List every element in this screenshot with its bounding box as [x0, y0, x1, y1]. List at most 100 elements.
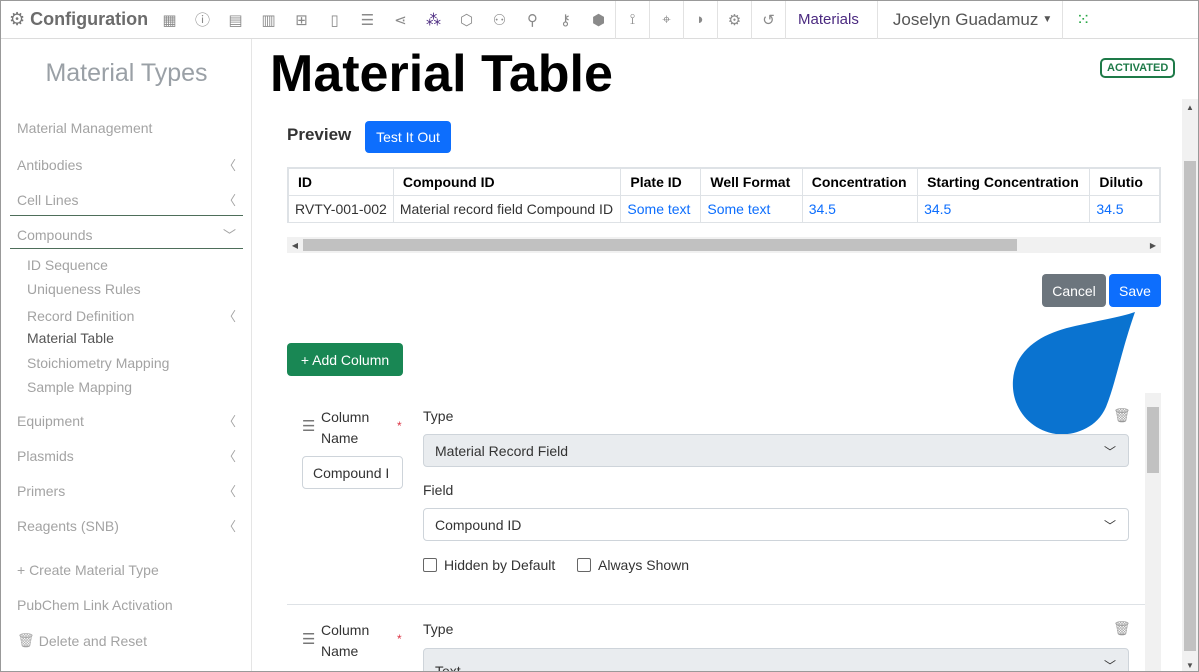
user-menu[interactable]: Joselyn Guadamuz ▼ — [878, 10, 1062, 30]
share-icon[interactable]: ⋖ — [384, 1, 417, 39]
sidebar-item-primers[interactable]: Primers 〈 — [17, 481, 242, 500]
sidebar-subitem-record-definition[interactable]: Record Definition 〈 — [27, 306, 242, 325]
notebook-icon[interactable]: ▥ — [252, 1, 285, 39]
required-marker: * — [397, 419, 402, 433]
scroll-left-icon[interactable]: ◀ — [287, 237, 303, 253]
sidebar-item-material-management[interactable]: Material Management — [17, 120, 242, 136]
table-cell: RVTY-001-002 — [288, 195, 394, 222]
gears-icon[interactable]: ⚙ — [718, 1, 751, 39]
table-cell-link[interactable]: Some text — [620, 195, 702, 222]
table-cell-link[interactable]: 34.5 — [1089, 195, 1160, 222]
sidebar-item-plasmids[interactable]: Plasmids 〈 — [17, 446, 242, 465]
location-icon[interactable]: ⌖ — [650, 1, 683, 39]
sidebar-subitem-sample-mapping[interactable]: Sample Mapping — [27, 379, 132, 395]
vertical-scrollbar[interactable]: ▲ ▼ — [1182, 99, 1198, 671]
nav-materials-link[interactable]: Materials — [786, 11, 877, 28]
field-select[interactable]: Compound ID ﹀ — [423, 508, 1129, 541]
editor-scrollbar[interactable] — [1145, 393, 1161, 671]
table-header: Well Format — [700, 168, 803, 196]
table-cell-link[interactable]: 34.5 — [801, 195, 919, 222]
user-icon[interactable]: ⚲ — [516, 1, 549, 39]
sidebar-item-cell-lines[interactable]: Cell Lines 〈 — [17, 190, 242, 209]
trash-icon[interactable]: 🗑 — [1113, 620, 1131, 637]
chevron-left-icon: 〈 — [222, 449, 236, 464]
main-content: Material Table ACTIVATED ▲ ▼ Preview Tes… — [252, 39, 1198, 672]
sidebar-item-reagents[interactable]: Reagents (SNB) 〈 — [17, 516, 242, 535]
history-icon[interactable]: ↺ — [752, 1, 785, 39]
database-icon[interactable]: ☰ — [351, 1, 384, 39]
scroll-right-icon[interactable]: ▶ — [1145, 237, 1161, 253]
pubchem-link-activation-link[interactable]: PubChem Link Activation — [17, 597, 242, 613]
column-item: ☰ Column Name * Compound I Type 🗑 Materi… — [287, 393, 1145, 605]
info-icon[interactable]: ⓘ — [186, 1, 219, 39]
apps-grid-icon[interactable]: ⁙ — [1063, 1, 1103, 39]
cube-icon[interactable]: ⬢ — [582, 1, 615, 39]
trash-icon[interactable]: 🗑 — [1113, 407, 1131, 424]
sidebar-item-label: Reagents (SNB) — [17, 517, 119, 534]
scrollbar-thumb[interactable] — [1147, 407, 1159, 473]
column-editor: ☰ Column Name * Compound I Type 🗑 Materi… — [287, 393, 1161, 672]
sidebar-item-compounds[interactable]: Compounds ﹀ — [17, 225, 242, 244]
type-select-value: Material Record Field — [435, 442, 569, 459]
preview-table: ID Compound ID Plate ID Well Format Conc… — [287, 167, 1161, 223]
sidebar-subitem-material-table[interactable]: Material Table — [27, 330, 114, 346]
shield-icon[interactable]: ⬡ — [450, 1, 483, 39]
table-icon[interactable]: ▤ — [219, 1, 252, 39]
required-marker: * — [397, 632, 402, 646]
table-header: Plate ID — [620, 168, 702, 196]
app-window: ⚙ Configuration ▦ ⓘ ▤ ▥ ⊞ ▯ ☰ ⋖ ⁂ ⬡ ⚇ ⚲ … — [0, 0, 1199, 672]
type-label: Type — [423, 621, 454, 637]
chevron-down-icon: ﹀ — [222, 228, 236, 243]
gear-icon: ⚙ — [9, 9, 26, 29]
page-title: Material Table — [270, 45, 613, 103]
grid-icon[interactable]: ⊞ — [285, 1, 318, 39]
type-select[interactable]: Material Record Field ﹀ — [423, 434, 1129, 467]
field-label: Field — [423, 482, 454, 498]
sidebar-item-label: Antibodies — [17, 156, 83, 173]
chevron-down-icon: ﹀ — [1103, 659, 1116, 672]
always-shown-checkbox[interactable]: Always Shown — [577, 557, 689, 573]
horizontal-scrollbar[interactable]: ◀ ▶ — [287, 237, 1161, 253]
table-cell-link[interactable]: 34.5 — [917, 195, 1091, 222]
type-select[interactable]: Text ﹀ — [423, 648, 1129, 672]
field-select-value: Compound ID — [435, 516, 522, 533]
brand[interactable]: ⚙ Configuration — [1, 1, 153, 39]
sidebar-item-antibodies[interactable]: Antibodies 〈 — [17, 155, 242, 174]
checkbox-box[interactable] — [577, 558, 591, 572]
scroll-up-icon[interactable]: ▲ — [1182, 99, 1198, 115]
table-header: Compound ID — [392, 168, 622, 196]
add-column-button[interactable]: + Add Column — [287, 343, 403, 376]
cancel-button[interactable]: Cancel — [1042, 274, 1106, 307]
sidebar: Material Types Material Management Antib… — [1, 39, 252, 671]
save-button[interactable]: Save — [1109, 274, 1161, 307]
key-icon[interactable]: ⚷ — [549, 1, 582, 39]
sidebar-subitem-stoichiometry-mapping[interactable]: Stoichiometry Mapping — [27, 355, 169, 371]
workflow-icon[interactable]: ⟟ — [616, 1, 649, 39]
column-name-input[interactable]: Compound I — [302, 456, 403, 489]
sidebar-item-label: Record Definition — [27, 307, 135, 324]
sidebar-subitem-uniqueness-rules[interactable]: Uniqueness Rules — [27, 281, 141, 297]
preview-label: Preview — [287, 125, 352, 144]
drag-handle-icon[interactable]: ☰ — [302, 630, 315, 648]
delete-and-reset-link[interactable]: 🗑 Delete and Reset — [17, 632, 242, 649]
hidden-by-default-checkbox[interactable]: Hidden by Default — [423, 557, 555, 573]
brand-title: Configuration — [30, 9, 149, 29]
nav-icons: ▦ ⓘ ▤ ▥ ⊞ ▯ ☰ ⋖ ⁂ ⬡ ⚇ ⚲ ⚷ ⬢ ⟟ ⌖ ◗ ⚙ ↺ — [153, 1, 786, 39]
document-icon[interactable]: ▯ — [318, 1, 351, 39]
sidebar-item-equipment[interactable]: Equipment 〈 — [17, 411, 242, 430]
users-icon[interactable]: ⚇ — [483, 1, 516, 39]
scrollbar-thumb[interactable] — [303, 239, 1017, 251]
scroll-down-icon[interactable]: ▼ — [1182, 657, 1198, 671]
molecule-icon[interactable]: ⁂ — [417, 1, 450, 39]
sidebar-item-label: Equipment — [17, 412, 84, 429]
scrollbar-thumb[interactable] — [1184, 161, 1196, 651]
ms-icon[interactable]: ◗ — [684, 1, 717, 39]
checkbox-box[interactable] — [423, 558, 437, 572]
table-cell-link[interactable]: Some text — [700, 195, 803, 222]
test-it-out-button[interactable]: Test It Out — [365, 121, 451, 153]
create-material-type-link[interactable]: + Create Material Type — [17, 562, 242, 578]
calculator-icon[interactable]: ▦ — [153, 1, 186, 39]
trash-icon: 🗑 — [17, 632, 35, 648]
sidebar-subitem-id-sequence[interactable]: ID Sequence — [27, 257, 108, 273]
drag-handle-icon[interactable]: ☰ — [302, 417, 315, 435]
